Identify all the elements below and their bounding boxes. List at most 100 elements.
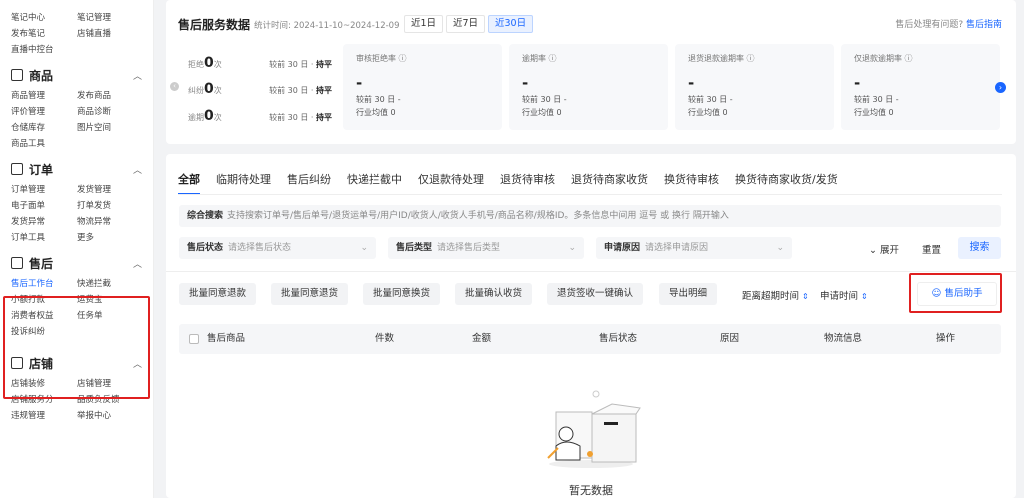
- sidebar-item[interactable]: 图片空间: [77, 120, 143, 136]
- export-button[interactable]: 导出明细: [659, 283, 718, 305]
- sidebar-item[interactable]: 评价管理: [11, 104, 77, 120]
- chevron-up-icon[interactable]: ︿: [133, 163, 142, 176]
- sidebar-item[interactable]: 更多: [77, 230, 143, 246]
- sidebar-item[interactable]: 笔记中心: [11, 10, 77, 26]
- filter-type[interactable]: 售后类型 请选择售后类型 ⌄: [388, 237, 584, 259]
- sidebar-item[interactable]: 举报中心: [77, 408, 143, 424]
- sort-expire[interactable]: 距离超期时间 ⇕: [742, 288, 809, 302]
- rate-unit: 次: [213, 86, 222, 95]
- sort-icon: ⇕: [861, 292, 868, 301]
- rate-row-reject: 拒绝 0 次 较前 30 日 · 持平: [188, 55, 332, 71]
- rate-value: 0: [204, 55, 214, 71]
- arrow-left-icon[interactable]: ‹: [170, 82, 179, 91]
- batch-exchange-button[interactable]: 批量同意换货: [363, 283, 441, 305]
- rate-label: 逾期: [188, 113, 204, 122]
- sidebar-item[interactable]: 发布商品: [77, 88, 143, 104]
- sidebar-item[interactable]: 发货管理: [77, 182, 143, 198]
- sort-label: 距离超期时间: [742, 291, 800, 302]
- sidebar-top-items: 笔记中心 笔记管理 发布笔记 店铺直播 直播中控台: [0, 0, 153, 58]
- search-button[interactable]: 搜索: [958, 237, 1001, 259]
- rate-unit: 次: [213, 113, 222, 122]
- section-title: 售后: [29, 256, 54, 271]
- search-input[interactable]: 综合搜索 支持搜索订单号/售后单号/退货运单号/用户ID/收货人/收货人手机号/商…: [179, 205, 1001, 227]
- sidebar-item-active[interactable]: 售后工作台: [11, 276, 77, 292]
- compare-text: 较前 30 日 ·: [269, 86, 316, 95]
- compare-text: 较前 30 日 ·: [269, 60, 316, 69]
- reset-button[interactable]: 重置: [922, 242, 941, 256]
- sidebar-item[interactable]: 电子面单: [11, 198, 77, 214]
- tab-divider: [178, 194, 1002, 195]
- sidebar-item[interactable]: 直播中控台: [11, 42, 77, 58]
- sidebar-item[interactable]: 订单工具: [11, 230, 77, 246]
- chevron-down-icon: ⌄: [568, 243, 576, 253]
- search-label: 综合搜索: [187, 211, 224, 221]
- sidebar-item[interactable]: 商品管理: [11, 88, 77, 104]
- trend: 持平: [316, 113, 332, 122]
- col-actions: 操作: [936, 333, 956, 344]
- tab-return-review[interactable]: 退货待审核: [500, 171, 555, 193]
- rate-unit: 次: [213, 60, 222, 69]
- tab-expiring[interactable]: 临期待处理: [216, 171, 271, 193]
- sort-apply-time[interactable]: 申请时间 ⇕: [820, 288, 868, 302]
- tab-refund-only[interactable]: 仅退款待处理: [418, 171, 484, 193]
- tab-exchange-review[interactable]: 换货待审核: [664, 171, 719, 193]
- tab-dispute[interactable]: 售后纠纷: [287, 171, 331, 193]
- tab-all[interactable]: 全部: [178, 171, 200, 195]
- sidebar-section-product[interactable]: 商品 ︿: [0, 62, 153, 88]
- sidebar-item[interactable]: 发布笔记: [11, 26, 77, 42]
- rate-label: 拒绝: [188, 60, 204, 69]
- metric-industry: 行业均值 0: [522, 108, 562, 117]
- tab-intercept[interactable]: 快递拦截中: [347, 171, 402, 193]
- empty-illustration: [547, 390, 641, 468]
- metric-value: -: [854, 74, 861, 92]
- filter-reason[interactable]: 申请原因 请选择申请原因 ⌄: [596, 237, 792, 259]
- metric-card: 审核拒绝率 ⓘ - 较前 30 日 - 行业均值 0: [343, 44, 502, 130]
- sidebar-item[interactable]: 快递拦截: [77, 276, 143, 292]
- range-7d[interactable]: 近7日: [446, 15, 486, 33]
- tab-exchange-ship[interactable]: 换货待商家收货/发货: [735, 171, 838, 193]
- sidebar-item[interactable]: 商品诊断: [77, 104, 143, 120]
- metric-compare: 较前 30 日 -: [522, 95, 567, 104]
- batch-return-button[interactable]: 批量同意退货: [271, 283, 349, 305]
- select-all-checkbox[interactable]: [189, 334, 199, 344]
- sidebar-item[interactable]: 商品工具: [11, 136, 77, 152]
- sidebar-item[interactable]: 笔记管理: [77, 10, 143, 26]
- sidebar-product-items: 商品管理 发布商品 评价管理 商品诊断 仓储库存 图片空间 商品工具: [0, 88, 153, 152]
- guide-link[interactable]: 售后指南: [966, 20, 1002, 30]
- col-status: 售后状态: [599, 333, 638, 344]
- service-title: 售后服务数据: [178, 18, 251, 32]
- sort-label: 申请时间: [820, 291, 859, 302]
- tab-return-receive[interactable]: 退货待商家收货: [571, 171, 648, 193]
- sidebar-item[interactable]: 物流异常: [77, 214, 143, 230]
- chevron-up-icon[interactable]: ︿: [133, 257, 142, 270]
- filter-status[interactable]: 售后状态 请选择售后状态 ⌄: [179, 237, 376, 259]
- sidebar-item[interactable]: 仓储库存: [11, 120, 77, 136]
- sidebar-section-order[interactable]: 订单 ︿: [0, 156, 153, 182]
- metric-compare: 较前 30 日 -: [688, 95, 733, 104]
- sidebar-item[interactable]: 订单管理: [11, 182, 77, 198]
- metric-industry: 行业均值 0: [854, 108, 894, 117]
- metric-card: 退货退款逾期率 ⓘ - 较前 30 日 - 行业均值 0: [675, 44, 834, 130]
- batch-refund-button[interactable]: 批量同意退款: [179, 283, 257, 305]
- trend: 持平: [316, 60, 332, 69]
- arrow-right-icon[interactable]: ›: [995, 82, 1006, 93]
- filter-placeholder: 请选择售后状态: [228, 243, 292, 253]
- metric-value: -: [356, 74, 363, 92]
- sidebar-item[interactable]: 店铺直播: [77, 26, 143, 42]
- range-1d[interactable]: 近1日: [404, 15, 444, 33]
- sidebar-item[interactable]: 发货异常: [11, 214, 77, 230]
- stat-time: 统计时间: 2024-11-10~2024-12-09: [254, 21, 400, 31]
- sidebar: 笔记中心 笔记管理 发布笔记 店铺直播 直播中控台 商品 ︿ 商品管理 发布商品…: [0, 0, 154, 498]
- filter-label: 售后类型: [396, 243, 433, 253]
- metric-card: 逾期率 ⓘ - 较前 30 日 - 行业均值 0: [509, 44, 668, 130]
- chevron-up-icon[interactable]: ︿: [133, 69, 142, 82]
- batch-receive-button[interactable]: 批量确认收货: [455, 283, 533, 305]
- metric-title: 仅退款逾期率 ⓘ: [854, 54, 913, 63]
- sidebar-section-aftersale[interactable]: 售后 ︿: [0, 250, 153, 276]
- rate-value: 0: [204, 108, 214, 124]
- sidebar-item[interactable]: 打单发货: [77, 198, 143, 214]
- expand-button[interactable]: ⌄ 展开: [869, 242, 899, 256]
- return-sign-confirm-button[interactable]: 退货签收一键确认: [547, 283, 644, 305]
- range-30d[interactable]: 近30日: [488, 15, 534, 33]
- sidebar-item[interactable]: 违规管理: [11, 408, 77, 424]
